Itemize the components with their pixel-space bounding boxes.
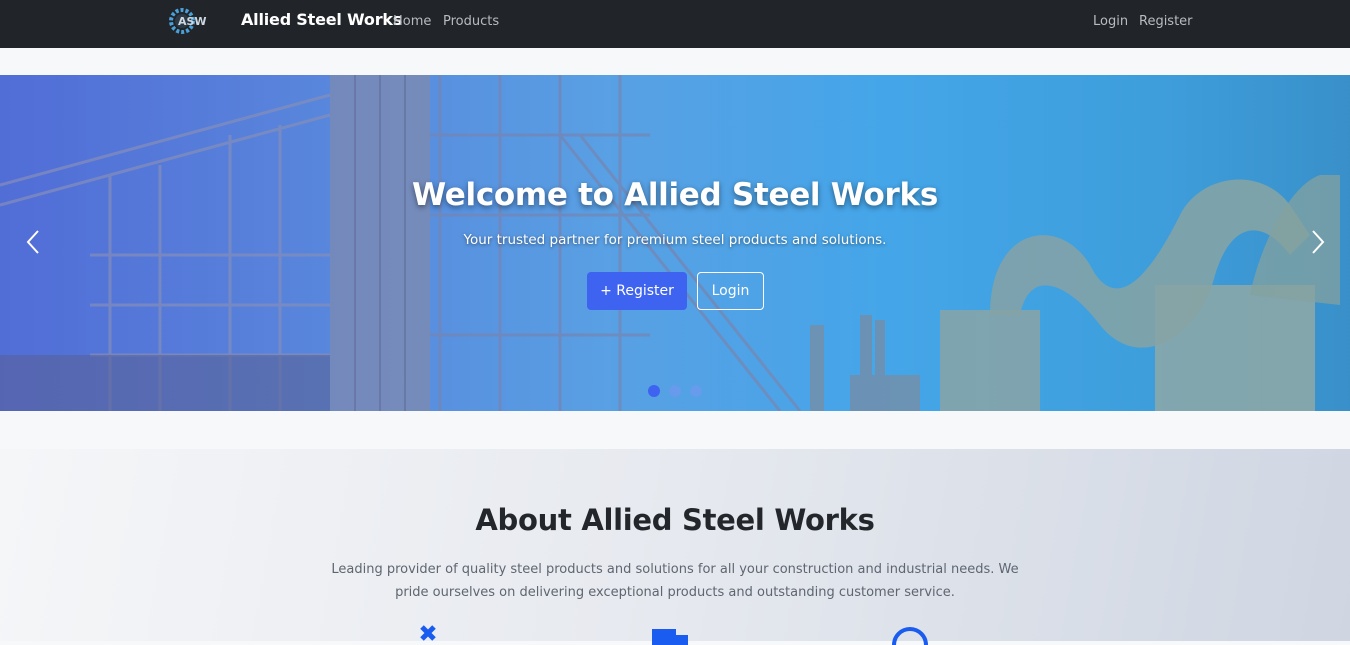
tools-icon [420, 625, 436, 641]
hero-carousel: Welcome to Allied Steel Works Your trust… [0, 75, 1350, 411]
about-section: About Allied Steel Works Leading provide… [0, 449, 1350, 645]
carousel-prev-icon[interactable] [22, 227, 46, 257]
nav-link-register[interactable]: Register [1139, 14, 1193, 29]
truck-icon [652, 629, 688, 645]
brand-logo-icon[interactable]: ASW [168, 4, 216, 38]
nav-link-home[interactable]: Home [393, 14, 431, 29]
hero-title: Welcome to Allied Steel Works [412, 177, 938, 213]
carousel-indicator-1[interactable] [648, 385, 660, 397]
navbar-container: ASW Allied Steel Works Home Products Log… [168, 0, 1193, 48]
nav-link-products[interactable]: Products [443, 14, 499, 29]
carousel-indicator-3[interactable] [690, 385, 702, 397]
carousel-next-icon[interactable] [1305, 227, 1329, 257]
about-title: About Allied Steel Works [475, 503, 875, 537]
brand-name[interactable]: Allied Steel Works [241, 10, 402, 29]
logo-text: ASW [178, 15, 207, 28]
hero-register-button[interactable]: + Register [587, 272, 687, 310]
navbar: ASW Allied Steel Works Home Products Log… [0, 0, 1350, 48]
hero-login-button[interactable]: Login [697, 272, 764, 310]
carousel-indicator-2[interactable] [669, 385, 681, 397]
carousel-indicators [648, 385, 708, 399]
clock-icon [892, 627, 928, 645]
nav-link-login[interactable]: Login [1093, 14, 1128, 29]
about-text: Leading provider of quality steel produc… [331, 562, 1019, 600]
hero-subtitle: Your trusted partner for premium steel p… [463, 232, 887, 248]
